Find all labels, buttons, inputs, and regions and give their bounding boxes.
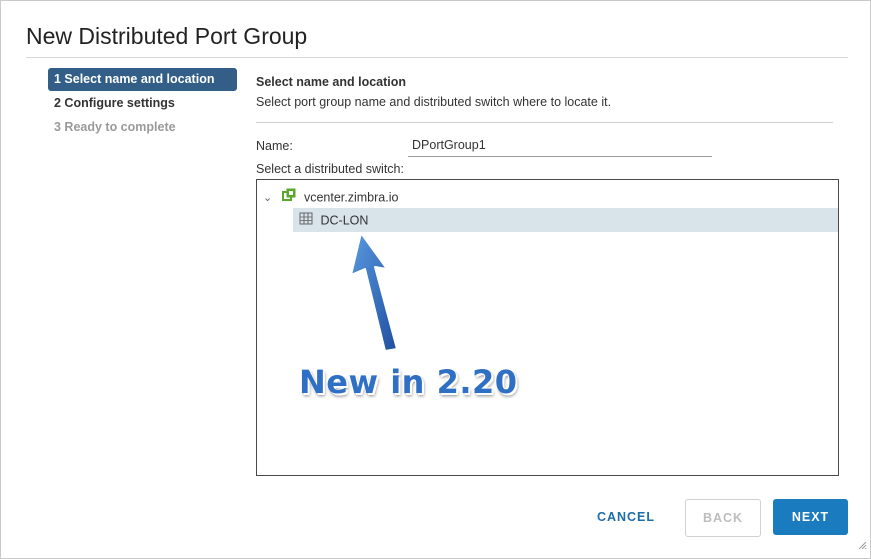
title-divider [26,57,848,58]
content-divider [256,122,833,123]
tree-node-datacenter-label: DC-LON [320,213,369,228]
name-label: Name: [256,139,293,153]
step-configure-settings[interactable]: 2 Configure settings [48,92,237,115]
section-description: Select port group name and distributed s… [256,95,612,109]
step-select-name-location[interactable]: 1 Select name and location [48,68,237,91]
resize-grip-icon[interactable] [857,537,867,555]
annotation-arrow-icon [341,227,411,362]
wizard-steps: 1 Select name and location 2 Configure s… [48,68,237,140]
next-button[interactable]: NEXT [773,499,848,535]
step-ready-to-complete: 3 Ready to complete [54,120,176,134]
tree-node-vcenter-label: vcenter.zimbra.io [303,190,399,205]
section-title: Select name and location [256,75,407,89]
back-button: BACK [685,499,761,537]
datacenter-icon [299,209,313,233]
cancel-button[interactable]: CANCEL [583,499,669,535]
vcenter-icon [282,186,296,210]
name-input[interactable] [408,134,712,157]
port-group-dialog: New Distributed Port Group 1 Select name… [0,0,871,559]
annotation-label: New in 2.20 [299,363,518,401]
wizard-content: Select name and location Select port gro… [256,71,841,476]
chevron-down-icon[interactable]: ⌄ [263,186,277,210]
switch-label: Select a distributed switch: [256,162,404,176]
tree-node-vcenter[interactable]: ⌄ vcenter.zimbra.io [263,185,398,209]
name-row: Name: [256,134,841,158]
dialog-title: New Distributed Port Group [26,23,308,49]
